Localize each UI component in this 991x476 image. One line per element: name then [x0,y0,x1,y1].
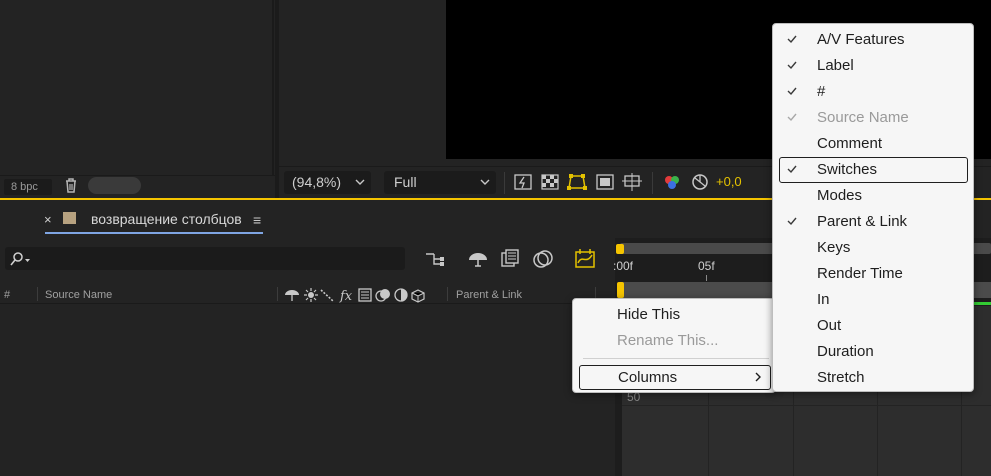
switches-column-icons[interactable]: fx [284,287,434,304]
grid-guides-icon[interactable] [621,172,643,192]
column-source-name[interactable]: Source Name [45,289,112,301]
menu-item-rename-this: Rename This... [617,332,719,349]
project-panel [0,0,275,196]
menu-item-columns[interactable]: Columns [579,365,771,390]
motion-blur-icon[interactable] [531,248,555,270]
submenu-item-number[interactable]: # [817,79,825,105]
ruler-label-05f: 05f [698,259,715,273]
check-icon [785,85,799,100]
columns-submenu: A/V Features Label # Source Name Comment Swit… [772,23,974,392]
check-icon [785,33,799,48]
shy-layers-icon[interactable] [466,248,490,270]
reset-exposure-icon[interactable] [689,172,711,192]
exposure-value[interactable]: +0,0 [716,174,742,189]
zoom-value: (94,8%) [292,174,342,190]
submenu-item-comment[interactable]: Comment [817,131,882,157]
chevron-right-icon [754,370,762,387]
ruler-label-start: :00f [613,259,634,273]
mask-path-icon[interactable] [566,172,588,192]
tab-active-underline [45,232,263,234]
zoom-select[interactable]: (94,8%) [284,171,371,194]
color-channels-icon[interactable] [661,172,683,192]
submenu-item-stretch[interactable]: Stretch [817,365,865,391]
fast-preview-icon[interactable] [512,172,534,192]
submenu-item-parent-link[interactable]: Parent & Link [817,209,907,235]
panel-divider[interactable] [272,0,274,175]
frame-blending-icon[interactable] [499,248,523,270]
time-navigator-start-handle[interactable] [616,244,624,254]
search-icon[interactable] [9,251,31,267]
resolution-value: Full [394,174,417,190]
check-icon [785,59,799,74]
submenu-item-a-v-features[interactable]: A/V Features [817,27,905,53]
menu-item-hide-this[interactable]: Hide This [617,302,680,328]
resolution-select[interactable]: Full [384,171,496,194]
layer-search-input[interactable] [5,247,405,270]
check-icon [785,215,799,230]
menu-separator [583,358,769,359]
column-divider[interactable] [447,287,448,301]
project-scrollbar[interactable] [88,177,141,194]
submenu-item-in[interactable]: In [817,287,830,313]
panel-menu-icon[interactable]: ≡ [253,212,261,228]
current-time-indicator[interactable] [617,282,624,298]
toolbar-divider [504,172,505,194]
column-parent-link[interactable]: Parent & Link [456,289,522,301]
bit-depth-button[interactable]: 8 bpc [4,179,52,195]
transparency-grid-icon[interactable] [539,172,561,192]
column-divider[interactable] [37,287,38,301]
tab-composition[interactable]: возвращение столбцов [91,211,242,227]
submenu-item-duration[interactable]: Duration [817,339,874,365]
graph-editor-icon[interactable] [573,248,597,270]
close-tab-icon[interactable]: × [44,212,52,227]
submenu-item-keys[interactable]: Keys [817,235,850,261]
column-context-menu: Hide This Rename This... Columns [572,298,776,393]
region-of-interest-icon[interactable] [594,172,616,192]
submenu-item-render-time[interactable]: Render Time [817,261,903,287]
submenu-item-label[interactable]: Label [817,53,854,79]
comp-label-swatch [63,212,76,224]
ruler-tick [706,275,707,281]
comp-flowchart-icon[interactable] [424,248,448,270]
column-number[interactable]: # [4,289,10,301]
column-divider[interactable] [277,287,278,301]
submenu-item-source-name: Source Name [817,109,909,126]
submenu-item-switches[interactable]: Switches [817,157,877,183]
submenu-item-modes[interactable]: Modes [817,183,862,209]
check-icon [785,111,799,126]
toolbar-divider [652,172,653,194]
grid-line [622,405,991,406]
svg-text:fx: fx [339,289,353,303]
trash-icon[interactable] [62,176,80,194]
submenu-item-out[interactable]: Out [817,313,841,339]
check-icon [785,163,799,178]
menu-item-columns-label: Columns [618,369,678,386]
